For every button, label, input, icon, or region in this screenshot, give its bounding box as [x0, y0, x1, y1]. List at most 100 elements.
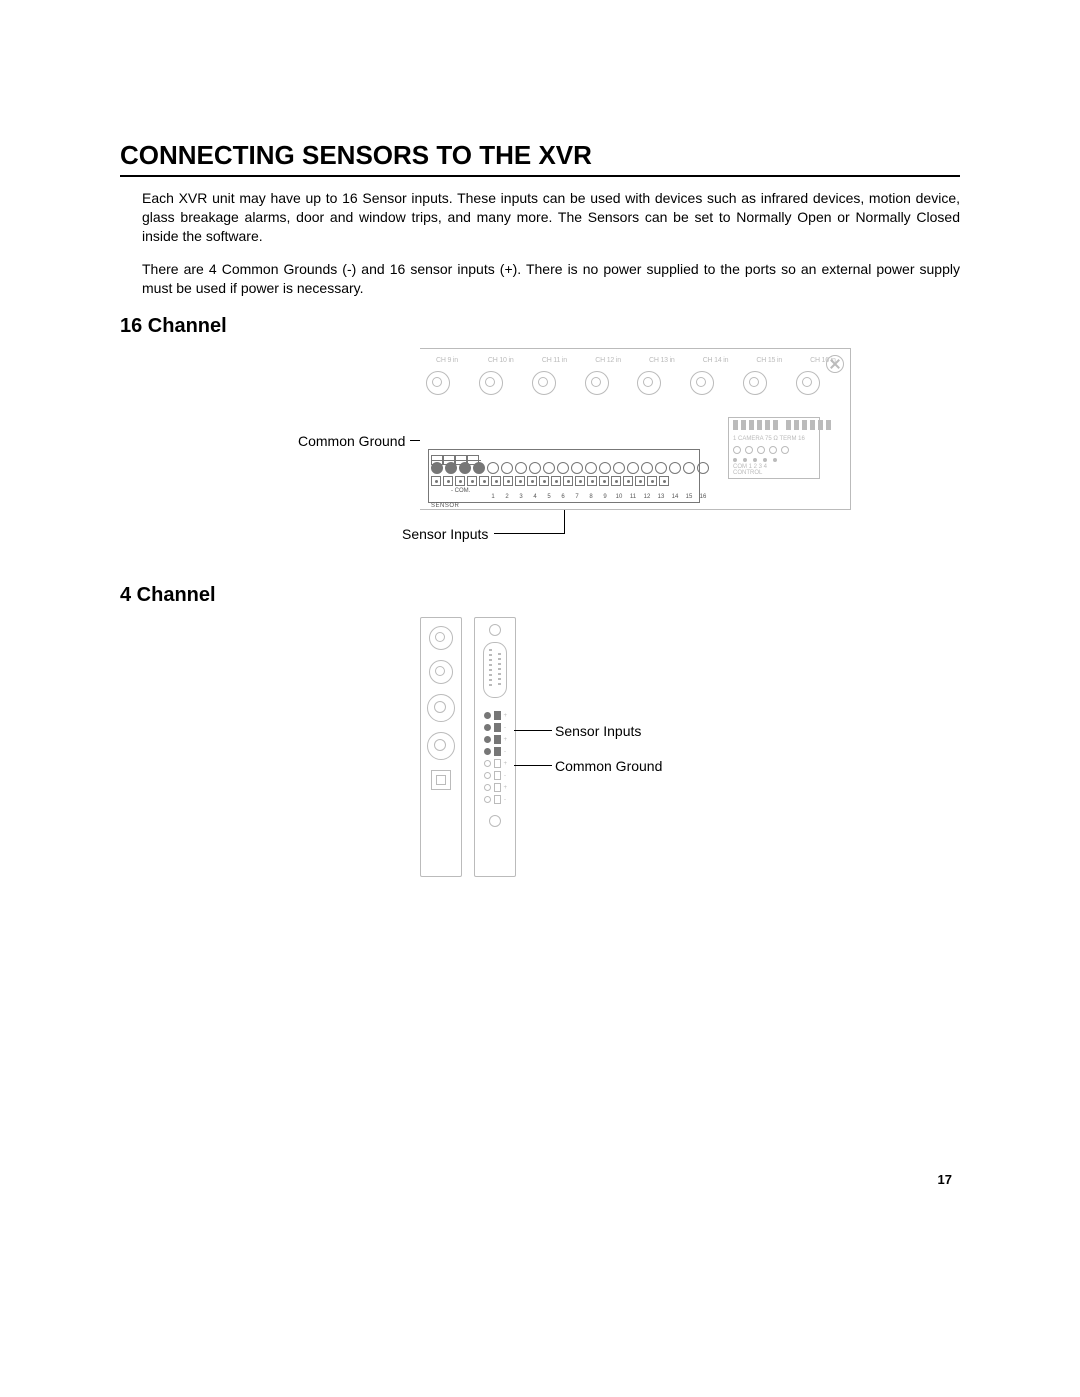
bnc-connector-icon [479, 371, 503, 395]
label-sensor-inputs-16: Sensor Inputs [402, 526, 488, 542]
bnc-connector-icon [429, 660, 453, 684]
bnc-connector-icon [427, 694, 455, 722]
terminal-number: 6 [557, 494, 569, 500]
terminal-circle-icon [571, 462, 583, 474]
terminal-pin-icon [455, 476, 465, 486]
terminal-number [445, 494, 457, 500]
terminal-number: 16 [697, 494, 709, 500]
page-number: 17 [938, 1172, 952, 1187]
terminal-pin-icon [599, 476, 609, 486]
terminal-number [473, 494, 485, 500]
channel-label: CH 10 in [480, 357, 522, 364]
terminal-pin-icon [647, 476, 657, 486]
terminal-number: 12 [641, 494, 653, 500]
terminal-circle-icon [641, 462, 653, 474]
terminal-number [431, 494, 443, 500]
terminal-pin-icon [431, 476, 441, 486]
rear-panel-16ch: CH 9 inCH 10 inCH 11 inCH 12 inCH 13 inC… [420, 348, 851, 510]
page-title: CONNECTING SENSORS TO THE XVR [120, 140, 960, 177]
terminal-pin-icon [527, 476, 537, 486]
vertical-panel-left [420, 617, 462, 877]
terminal-circle-icon [515, 462, 527, 474]
terminal-number: 7 [571, 494, 583, 500]
intro-paragraph-1: Each XVR unit may have up to 16 Sensor i… [142, 189, 960, 246]
terminal-pin-icon [539, 476, 549, 486]
bnc-connector-icon [690, 371, 714, 395]
bnc-connector-icon [585, 371, 609, 395]
bnc-connector-icon [427, 732, 455, 760]
square-port-icon [431, 770, 451, 790]
terminal-number: 3 [515, 494, 527, 500]
pin-block: + - + - + - + - [475, 706, 515, 809]
label-common-ground-16: Common Ground [298, 433, 405, 449]
label-sensor-inputs-4: Sensor Inputs [555, 723, 641, 739]
vertical-panel-right: + - + - + - + - [474, 617, 516, 877]
terminal-number: 8 [585, 494, 597, 500]
leader-line [494, 533, 564, 534]
terminal-number: 14 [669, 494, 681, 500]
bnc-connector-icon [796, 371, 820, 395]
terminal-circle-icon [557, 462, 569, 474]
terminal-circle-icon [613, 462, 625, 474]
serial-port-icon [483, 642, 507, 698]
channel-label: CH 9 in [426, 357, 468, 364]
section-heading-16ch: 16 Channel [120, 315, 960, 338]
terminal-number: 11 [627, 494, 639, 500]
tb-sensor-label: SENSOR [431, 503, 459, 509]
terminal-number: 1 [487, 494, 499, 500]
intro-paragraph-2: There are 4 Common Grounds (-) and 16 se… [142, 260, 960, 298]
terminal-circle-icon [473, 462, 485, 474]
leader-line [514, 765, 552, 766]
terminal-pin-icon [503, 476, 513, 486]
terminal-block: 12345678910111213141516 - COM. SENSOR [428, 449, 700, 503]
terminal-circle-icon [683, 462, 695, 474]
terminal-circle-icon [627, 462, 639, 474]
terminal-number: 15 [683, 494, 695, 500]
figure-16-channel: Common Ground Sensor Inputs CH 9 in CH 10… [210, 348, 960, 558]
tb-com-label: - COM. [451, 488, 470, 494]
terminal-pin-icon [611, 476, 621, 486]
channel-label: CH 14 in [695, 357, 737, 364]
terminal-pin-icon [467, 476, 477, 486]
bnc-connector-icon [637, 371, 661, 395]
screw-icon [489, 624, 501, 636]
terminal-circle-icon [697, 462, 709, 474]
bnc-connector-icon [743, 371, 767, 395]
terminal-pin-icon [515, 476, 525, 486]
terminal-pin-icon [443, 476, 453, 486]
terminal-number [459, 494, 471, 500]
bnc-connector-icon [429, 626, 453, 650]
terminal-circle-icon [585, 462, 597, 474]
terminal-number: 9 [599, 494, 611, 500]
terminal-circle-icon [487, 462, 499, 474]
bnc-row [426, 371, 820, 395]
terminal-pin-icon [659, 476, 669, 486]
terminal-number: 5 [543, 494, 555, 500]
terminal-circle-icon [445, 462, 457, 474]
channel-label: CH 15 in [748, 357, 790, 364]
figure-4-channel: + - + - + - + - Sensor Inputs Common Gro… [420, 617, 960, 877]
terminal-circle-icon [669, 462, 681, 474]
section-heading-4ch: 4 Channel [120, 584, 960, 607]
terminal-pin-icon [563, 476, 573, 486]
channel-label: CH 13 in [641, 357, 683, 364]
terminal-number: 4 [529, 494, 541, 500]
bnc-connector-icon [426, 371, 450, 395]
terminal-circle-icon [431, 462, 443, 474]
terminal-pin-icon [491, 476, 501, 486]
terminal-circle-icon [655, 462, 667, 474]
channel-label: CH 12 in [587, 357, 629, 364]
terminal-number: 10 [613, 494, 625, 500]
screw-icon [826, 355, 844, 373]
screw-icon [489, 815, 501, 827]
leader-line [514, 730, 552, 731]
terminal-circle-icon [599, 462, 611, 474]
terminal-circle-icon [543, 462, 555, 474]
bnc-connector-icon [532, 371, 556, 395]
terminal-number: 13 [655, 494, 667, 500]
label-common-ground-4: Common Ground [555, 758, 662, 774]
terminal-pin-icon [575, 476, 585, 486]
terminal-pin-icon [635, 476, 645, 486]
dip-label-top: 1 CAMERA 75 Ω TERM 16 [733, 436, 805, 442]
terminal-pin-icon [623, 476, 633, 486]
